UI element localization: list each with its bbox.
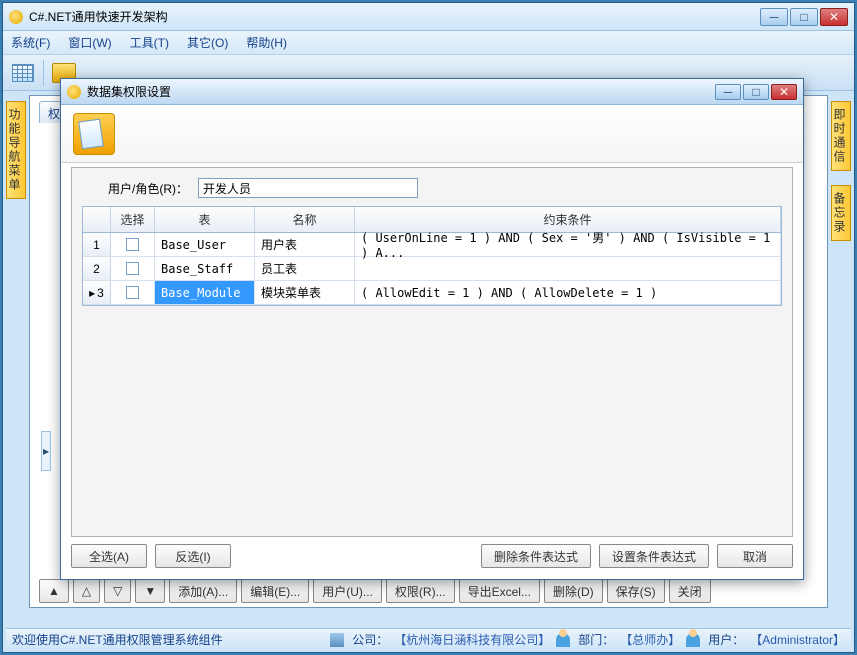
last-button[interactable]: ▼ — [135, 579, 165, 603]
row-table: Base_User — [155, 233, 255, 256]
set-condition-button[interactable]: 设置条件表达式 — [599, 544, 709, 568]
grid-tool-icon[interactable] — [9, 59, 37, 87]
maximize-button[interactable]: □ — [790, 8, 818, 26]
close-button[interactable]: ✕ — [820, 8, 848, 26]
dialog-title: 数据集权限设置 — [87, 83, 715, 100]
main-title: C#.NET通用快速开发架构 — [29, 8, 760, 25]
select-all-button[interactable]: 全选(A) — [71, 544, 147, 568]
header-select[interactable]: 选择 — [111, 207, 155, 232]
role-input[interactable] — [198, 178, 418, 198]
row-checkbox-cell — [111, 281, 155, 304]
right-side-tab-2[interactable]: 备忘录 — [831, 185, 851, 241]
menu-help[interactable]: 帮助(H) — [246, 34, 287, 51]
dialog-close-button[interactable]: ✕ — [771, 84, 797, 100]
menu-system[interactable]: 系统(F) — [11, 34, 50, 51]
user-button[interactable]: 用户(U)... — [313, 579, 382, 603]
status-bar: 欢迎使用C#.NET通用权限管理系统组件 公司： 【杭州海日涵科技有限公司】 部… — [6, 628, 851, 650]
user-icon — [686, 633, 700, 647]
dialog-maximize-button[interactable]: □ — [743, 84, 769, 100]
data-grid: 选择 表 名称 约束条件 1Base_User用户表( UserOnLine =… — [82, 206, 782, 306]
header-name[interactable]: 名称 — [255, 207, 355, 232]
dept-value[interactable]: 【总师办】 — [620, 631, 680, 648]
row-number: 2 — [83, 257, 111, 280]
dialog-icon — [67, 85, 81, 99]
main-title-bar: C#.NET通用快速开发架构 ─ □ ✕ — [3, 3, 854, 31]
perm-button[interactable]: 权限(R)... — [386, 579, 455, 603]
right-side-tab-1[interactable]: 即时通信 — [831, 101, 851, 171]
separator — [43, 60, 44, 86]
row-checkbox[interactable] — [126, 238, 139, 251]
close-main-button[interactable]: 关闭 — [669, 579, 711, 603]
row-table: Base_Module — [155, 281, 255, 304]
export-button[interactable]: 导出Excel... — [459, 579, 540, 603]
header-rownum — [83, 207, 111, 232]
edit-button[interactable]: 编辑(E)... — [241, 579, 309, 603]
user-value[interactable]: 【Administrator】 — [750, 631, 845, 648]
dialog-footer: 全选(A) 反选(I) 删除条件表达式 设置条件表达式 取消 — [71, 541, 793, 571]
minimize-button[interactable]: ─ — [760, 8, 788, 26]
row-condition — [355, 257, 781, 280]
menu-window[interactable]: 窗口(W) — [68, 34, 111, 51]
permission-dialog: 数据集权限设置 ─ □ ✕ 用户/角色(R)： 选择 表 名称 约束条件 1Ba… — [60, 78, 804, 580]
left-side-tab[interactable]: 功能导航菜单 — [6, 101, 26, 199]
row-name: 模块菜单表 — [255, 281, 355, 304]
row-checkbox[interactable] — [126, 286, 139, 299]
banner-icon — [73, 113, 115, 155]
delete-button[interactable]: 删除(D) — [544, 579, 603, 603]
dialog-banner — [61, 105, 803, 163]
menu-tools[interactable]: 工具(T) — [130, 34, 169, 51]
invert-button[interactable]: 反选(I) — [155, 544, 231, 568]
header-table[interactable]: 表 — [155, 207, 255, 232]
first-button[interactable]: ▲ — [39, 579, 69, 603]
company-icon — [330, 633, 344, 647]
company-value[interactable]: 【杭州海日涵科技有限公司】 — [394, 631, 550, 648]
table-row[interactable]: 2 Base_Staff员工表 — [83, 257, 781, 281]
dialog-minimize-button[interactable]: ─ — [715, 84, 741, 100]
dept-icon — [556, 633, 570, 647]
row-condition: ( AllowEdit = 1 ) AND ( AllowDelete = 1 … — [355, 281, 781, 304]
row-checkbox-cell — [111, 233, 155, 256]
row-table: Base_Staff — [155, 257, 255, 280]
save-button[interactable]: 保存(S) — [607, 579, 665, 603]
expand-handle[interactable]: ▸ — [41, 431, 51, 471]
dept-label: 部门： — [578, 631, 614, 648]
dialog-title-bar: 数据集权限设置 ─ □ ✕ — [61, 79, 803, 105]
row-condition: ( UserOnLine = 1 ) AND ( Sex = '男' ) AND… — [355, 233, 781, 256]
role-label: 用户/角色(R)： — [108, 180, 188, 197]
table-row[interactable]: 1 Base_User用户表( UserOnLine = 1 ) AND ( Se… — [83, 233, 781, 257]
status-welcome: 欢迎使用C#.NET通用权限管理系统组件 — [12, 631, 223, 648]
delete-condition-button[interactable]: 删除条件表达式 — [481, 544, 591, 568]
role-row: 用户/角色(R)： — [108, 178, 782, 198]
bottom-toolbar: ▲ △ ▽ ▼ 添加(A)... 编辑(E)... 用户(U)... 权限(R)… — [39, 576, 818, 606]
row-name: 用户表 — [255, 233, 355, 256]
cancel-button[interactable]: 取消 — [717, 544, 793, 568]
row-name: 员工表 — [255, 257, 355, 280]
dialog-body: 用户/角色(R)： 选择 表 名称 约束条件 1Base_User用户表( Us… — [71, 167, 793, 537]
menu-other[interactable]: 其它(O) — [187, 34, 228, 51]
app-icon — [9, 10, 23, 24]
next-button[interactable]: ▽ — [104, 579, 131, 603]
prev-button[interactable]: △ — [73, 579, 100, 603]
row-number: ▸3 — [83, 281, 111, 304]
user-label: 用户： — [708, 631, 744, 648]
menu-bar: 系统(F) 窗口(W) 工具(T) 其它(O) 帮助(H) — [3, 31, 854, 55]
add-button[interactable]: 添加(A)... — [169, 579, 237, 603]
company-label: 公司： — [352, 631, 388, 648]
row-checkbox-cell — [111, 257, 155, 280]
row-checkbox[interactable] — [126, 262, 139, 275]
row-number: 1 — [83, 233, 111, 256]
table-row[interactable]: ▸3 Base_Module模块菜单表( AllowEdit = 1 ) AND … — [83, 281, 781, 305]
